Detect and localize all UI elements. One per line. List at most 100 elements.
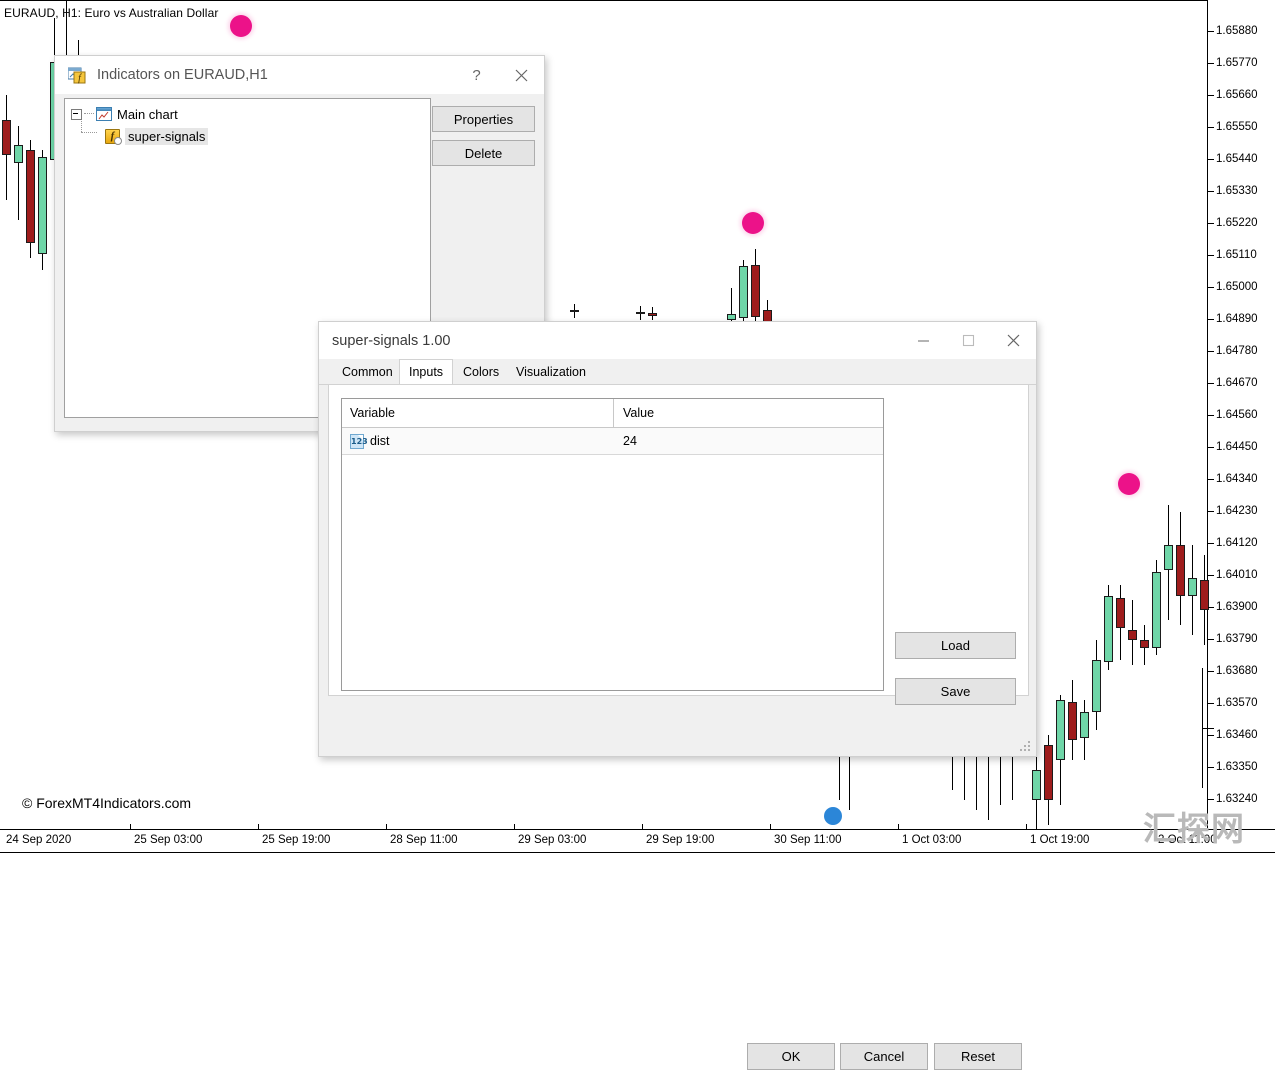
collapse-icon[interactable] <box>71 109 82 120</box>
price-tick <box>1208 95 1214 96</box>
time-tick <box>258 824 259 830</box>
price-tick <box>1208 511 1214 512</box>
ok-button[interactable]: OK <box>747 1043 835 1070</box>
tab-visualization-label: Visualization <box>516 365 586 379</box>
close-icon <box>515 69 528 82</box>
properties-tabstrip[interactable]: Common Inputs Colors Visualization <box>319 359 1036 385</box>
price-tick <box>1208 543 1214 544</box>
candlestick <box>1128 600 1137 665</box>
tab-common-label: Common <box>342 365 393 379</box>
price-axis-label: 1.64230 <box>1216 505 1258 517</box>
tab-visualization[interactable]: Visualization <box>507 362 595 384</box>
price-axis-label: 1.65220 <box>1216 217 1258 229</box>
indicator-function-icon: f <box>105 129 120 144</box>
candlestick <box>1140 625 1149 665</box>
candle-body <box>1068 702 1077 740</box>
candlestick <box>1104 585 1113 670</box>
column-header-variable: Variable <box>350 406 395 420</box>
price-tick <box>1208 447 1214 448</box>
time-axis-label: 25 Sep 19:00 <box>262 834 330 846</box>
time-tick <box>514 824 515 830</box>
price-axis-label: 1.65550 <box>1216 121 1258 133</box>
candle-body <box>636 312 645 314</box>
price-tick <box>1208 255 1214 256</box>
ok-button-label: OK <box>782 1049 801 1064</box>
table-row[interactable]: 123 dist 24 <box>342 428 883 455</box>
tab-common[interactable]: Common <box>333 362 402 384</box>
minimize-icon <box>917 334 930 347</box>
time-axis-label: 30 Sep 11:00 <box>774 834 842 846</box>
save-button[interactable]: Save <box>895 678 1016 705</box>
candle-body <box>1056 700 1065 760</box>
price-tick <box>1208 703 1214 704</box>
candlestick <box>648 307 657 320</box>
price-tick <box>1208 191 1214 192</box>
candlestick <box>1188 545 1197 635</box>
candlestick <box>1200 555 1209 645</box>
price-tick <box>1208 351 1214 352</box>
tab-colors[interactable]: Colors <box>454 362 508 384</box>
price-axis-label: 1.65880 <box>1216 25 1258 37</box>
sell-signal-dot <box>1118 473 1140 495</box>
price-tick <box>1208 63 1214 64</box>
price-tick <box>1208 31 1214 32</box>
price-tick <box>1208 319 1214 320</box>
candlestick <box>739 260 748 322</box>
price-axis-label: 1.64340 <box>1216 473 1258 485</box>
candlestick <box>1176 512 1185 625</box>
value-cell[interactable]: 24 <box>623 434 637 448</box>
column-header-value: Value <box>623 406 654 420</box>
variable-name: dist <box>370 434 389 448</box>
reset-button[interactable]: Reset <box>934 1043 1022 1070</box>
inputs-grid[interactable]: Variable Value 123 dist 24 <box>341 398 884 691</box>
price-axis-label: 1.63790 <box>1216 633 1258 645</box>
indicators-dialog-titlebar[interactable]: f Indicators on EURAUD,H1 ? <box>55 56 544 94</box>
price-axis-label: 1.65660 <box>1216 89 1258 101</box>
time-axis-label: 28 Sep 11:00 <box>390 834 458 846</box>
close-button[interactable] <box>499 56 544 94</box>
tab-inputs[interactable]: Inputs <box>399 359 453 385</box>
properties-button[interactable]: Properties <box>432 106 535 132</box>
candle-body <box>1188 578 1197 596</box>
tree-item-super-signals[interactable]: f super-signals <box>65 125 430 147</box>
price-axis-label: 1.64670 <box>1216 377 1258 389</box>
delete-button[interactable]: Delete <box>432 140 535 166</box>
candle-body <box>1128 630 1137 640</box>
candlestick <box>14 126 23 220</box>
candlestick <box>1080 700 1089 760</box>
indicator-properties-dialog[interactable]: super-signals 1.00 <box>318 321 1037 757</box>
save-button-label: Save <box>941 684 971 699</box>
tree-item-main-chart[interactable]: Main chart <box>65 103 430 125</box>
candle-body <box>1152 572 1161 648</box>
price-tick <box>1208 479 1214 480</box>
load-button[interactable]: Load <box>895 632 1016 659</box>
help-icon: ? <box>472 67 480 84</box>
candle-body <box>570 310 579 312</box>
close-button[interactable] <box>991 322 1036 360</box>
resize-grip[interactable] <box>1020 741 1032 753</box>
cancel-button[interactable]: Cancel <box>840 1043 928 1070</box>
load-button-label: Load <box>941 638 970 653</box>
price-axis-label: 1.63680 <box>1216 665 1258 677</box>
price-axis-label: 1.64780 <box>1216 345 1258 357</box>
time-axis-line <box>0 829 1275 830</box>
time-axis-label: 29 Sep 03:00 <box>518 834 586 846</box>
price-tick <box>1208 671 1214 672</box>
price-axis-label: 1.64120 <box>1216 537 1258 549</box>
price-tick <box>1208 735 1214 736</box>
candlestick <box>636 306 645 320</box>
candle-body <box>648 313 657 316</box>
candlestick <box>1116 585 1125 660</box>
price-tick <box>1208 383 1214 384</box>
price-tick <box>1208 767 1214 768</box>
candle-body <box>1044 745 1053 800</box>
candlestick <box>751 249 760 321</box>
minimize-button[interactable] <box>901 322 946 360</box>
properties-dialog-titlebar[interactable]: super-signals 1.00 <box>319 322 1036 359</box>
indicators-dialog-title: Indicators on EURAUD,H1 <box>97 67 268 83</box>
help-button[interactable]: ? <box>454 56 499 94</box>
candle-body <box>1140 640 1149 648</box>
candle-body <box>727 314 736 320</box>
price-axis-label: 1.64560 <box>1216 409 1258 421</box>
maximize-button[interactable] <box>946 322 991 360</box>
